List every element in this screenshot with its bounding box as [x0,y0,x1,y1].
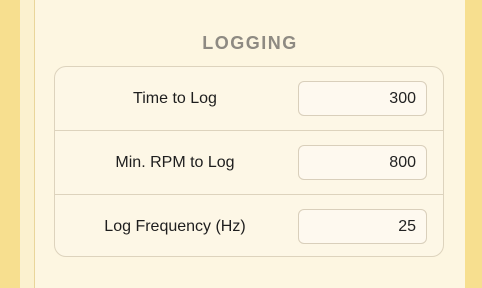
right-edge-strip [465,0,482,288]
time-to-log-input[interactable] [298,81,427,116]
section-title: LOGGING [202,33,298,53]
setting-row-log-frequency: Log Frequency (Hz) [55,195,443,256]
min-rpm-label: Min. RPM to Log [115,154,235,171]
left-edge-strip [0,0,20,288]
time-to-log-label: Time to Log [133,90,217,107]
setting-row-time-to-log: Time to Log [55,67,443,130]
logging-settings-card: Time to Log Min. RPM to Log Log Frequenc… [54,66,444,257]
log-frequency-label: Log Frequency (Hz) [104,218,246,235]
log-frequency-input[interactable] [298,209,427,244]
setting-row-min-rpm: Min. RPM to Log [55,131,443,194]
min-rpm-input[interactable] [298,145,427,180]
